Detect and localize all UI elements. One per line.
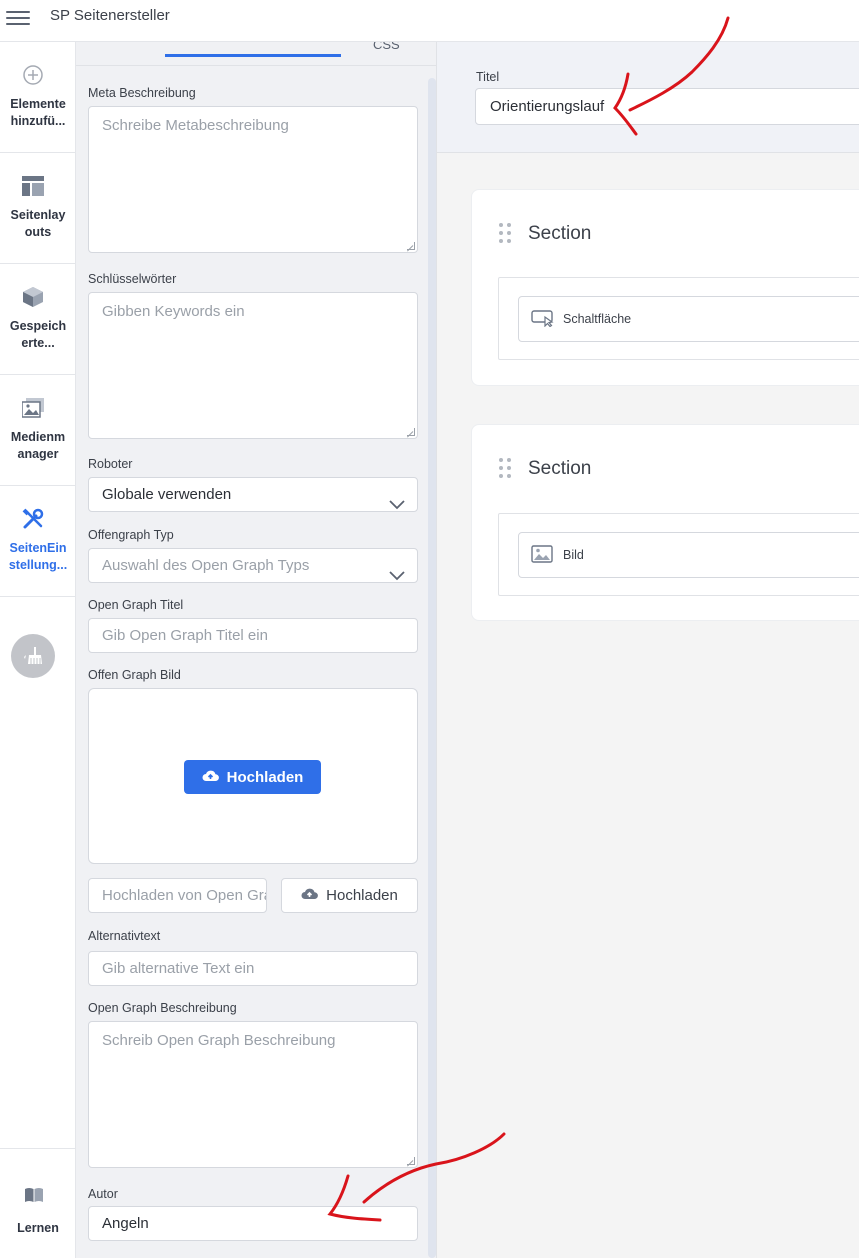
tools-icon: [22, 508, 44, 530]
title-label: Titel: [476, 70, 500, 84]
tab-css[interactable]: CSS: [373, 42, 400, 52]
keywords-textarea[interactable]: Gibben Keywords ein: [88, 292, 418, 439]
section-title: Section: [528, 458, 592, 479]
resize-grip-icon[interactable]: [407, 242, 415, 250]
rail-item-label: Gespeich erte...: [9, 319, 67, 350]
element-chip-image[interactable]: Bild: [518, 532, 859, 578]
top-bar: SP Seitenersteller: [0, 0, 859, 42]
rail-item-label: Lernen: [17, 1221, 59, 1235]
page-title-strip: Titel Orientierungslauf: [437, 42, 859, 153]
app-title: SP Seitenersteller: [50, 7, 170, 24]
keywords-label: Schlüsselwörter: [88, 272, 177, 286]
drag-handle-icon[interactable]: [499, 223, 511, 245]
media-icon: [22, 397, 44, 419]
alt-text-label: Alternativtext: [88, 929, 161, 943]
robots-select[interactable]: Globale verwenden: [88, 477, 418, 512]
element-label: Schaltfläche: [563, 312, 632, 326]
author-input[interactable]: Angeln: [88, 1206, 418, 1241]
og-title-input[interactable]: Gib Open Graph Titel ein: [88, 618, 418, 653]
rail-item-page-layouts[interactable]: Seitenlay outs: [0, 153, 76, 264]
og-type-placeholder: Auswahl des Open Graph Typs: [102, 557, 310, 574]
section-title: Section: [528, 223, 592, 244]
button-cursor-icon: [531, 309, 555, 332]
rail-item-page-settings[interactable]: SeitenEin stellung...: [0, 486, 76, 597]
rail-item-saved[interactable]: Gespeich erte...: [0, 264, 76, 375]
author-label: Autor: [88, 1187, 118, 1201]
cloud-upload-icon: [202, 769, 219, 786]
robots-selected-value: Globale verwenden: [102, 486, 232, 503]
rail-item-label: Medienm anager: [10, 430, 66, 461]
cube-icon: [22, 286, 44, 308]
rail-item-label: Seitenlay outs: [10, 208, 66, 239]
meta-description-label: Meta Beschreibung: [88, 86, 196, 100]
section-card[interactable]: Section Schaltfläche: [471, 189, 859, 386]
section-card[interactable]: Section Bild: [471, 424, 859, 621]
element-chip-button[interactable]: Schaltfläche: [518, 296, 859, 342]
og-type-select[interactable]: Auswahl des Open Graph Typs: [88, 548, 418, 583]
chevron-down-icon: [389, 489, 405, 511]
page-settings-panel: CSS Meta Beschreibung Schreibe Metabesch…: [76, 42, 437, 1258]
rail-item-label: SeitenEin stellung...: [8, 541, 68, 572]
resize-grip-icon[interactable]: [407, 1157, 415, 1165]
robots-label: Roboter: [88, 457, 133, 471]
section-column[interactable]: Bild: [498, 513, 859, 596]
hamburger-menu-icon[interactable]: [6, 9, 30, 27]
og-image-upload-button[interactable]: Hochladen: [184, 760, 321, 794]
left-rail: Elemente hinzufü... Seitenlay outs Gespe…: [0, 42, 76, 1258]
og-title-label: Open Graph Titel: [88, 598, 184, 612]
resize-grip-icon[interactable]: [407, 428, 415, 436]
og-image-upload-label: Hochladen: [226, 768, 304, 786]
og-image-url-input[interactable]: Hochladen von Open Graph Bild: [88, 878, 267, 913]
image-icon: [531, 545, 553, 568]
meta-description-placeholder: Schreibe Metabeschreibung: [102, 117, 289, 134]
og-description-label: Open Graph Beschreibung: [88, 1001, 237, 1015]
rail-item-media-manager[interactable]: Medienm anager: [0, 375, 76, 486]
alt-text-input[interactable]: Gib alternative Text ein: [88, 951, 418, 986]
layout-icon: [22, 175, 44, 197]
rail-item-label: Elemente hinzufü...: [10, 97, 66, 128]
og-description-placeholder: Schreib Open Graph Beschreibung: [102, 1032, 336, 1049]
section-column[interactable]: Schaltfläche: [498, 277, 859, 360]
panel-scrollbar[interactable]: [428, 78, 436, 1258]
drag-handle-icon[interactable]: [499, 458, 511, 480]
element-label: Bild: [563, 548, 584, 562]
meta-description-textarea[interactable]: Schreibe Metabeschreibung: [88, 106, 418, 253]
title-input[interactable]: Orientierungslauf: [475, 88, 859, 125]
settings-tabs: CSS: [76, 42, 436, 66]
og-image-url-upload-button[interactable]: Hochladen: [281, 878, 418, 913]
og-image-label: Offen Graph Bild: [88, 668, 181, 682]
broom-icon[interactable]: [11, 634, 55, 678]
og-description-textarea[interactable]: Schreib Open Graph Beschreibung: [88, 1021, 418, 1168]
og-image-url-upload-label: Hochladen: [326, 887, 398, 904]
og-type-label: Offengraph Typ: [88, 528, 174, 542]
rail-item-add-elements[interactable]: Elemente hinzufü...: [0, 42, 76, 153]
og-image-dropzone[interactable]: Hochladen: [88, 688, 418, 864]
tab-seo-active-indicator[interactable]: [165, 54, 341, 57]
chevron-down-icon: [389, 560, 405, 582]
cloud-upload-icon: [301, 887, 319, 904]
plus-circle-icon: [22, 64, 44, 86]
book-icon: [24, 1187, 44, 1208]
keywords-placeholder: Gibben Keywords ein: [102, 303, 245, 320]
rail-item-learn[interactable]: Lernen: [0, 1148, 76, 1258]
